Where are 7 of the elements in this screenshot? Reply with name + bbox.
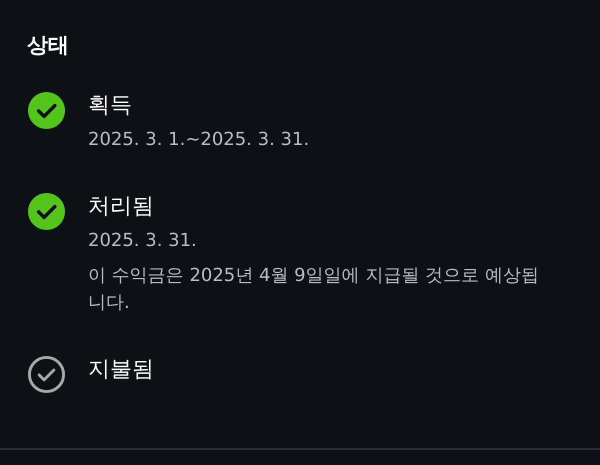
step-title: 획득 xyxy=(88,92,133,120)
step-detail: 이 수익금은 2025년 4월 9일일에 지급될 것으로 예상됩니다. xyxy=(88,264,540,315)
step-title: 처리됨 xyxy=(88,193,155,221)
section-heading: 상태 xyxy=(27,32,70,59)
step-detail: 2025. 3. 31. xyxy=(88,229,198,253)
step-title: 지불됨 xyxy=(88,356,154,384)
step-detail: 2025. 3. 1.~2025. 3. 31. xyxy=(88,128,310,152)
